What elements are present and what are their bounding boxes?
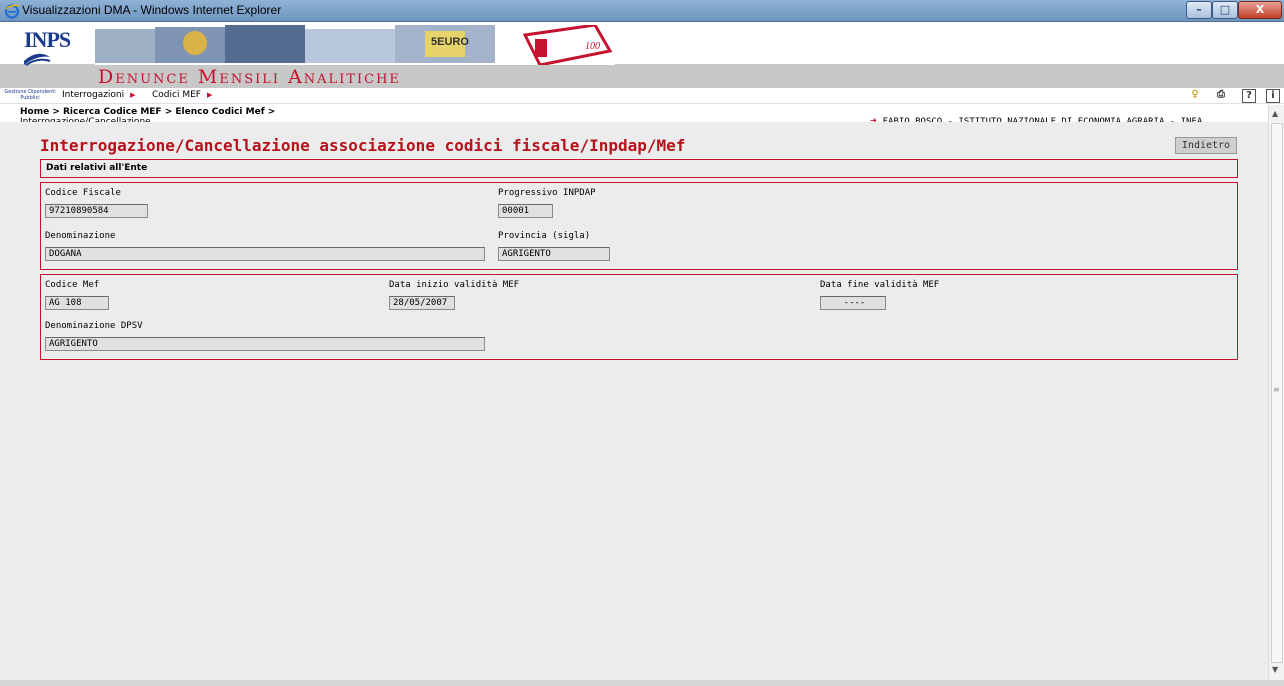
- progressivo-field[interactable]: 00001: [498, 204, 553, 218]
- collage-note-value: 100: [585, 41, 600, 52]
- banner-collage-image: [95, 25, 615, 65]
- main-content: Interrogazione/Cancellazione associazion…: [0, 122, 1268, 680]
- key-icon[interactable]: ♀: [1188, 89, 1202, 103]
- ente-panel: Codice Fiscale 97210890584 Progressivo I…: [40, 182, 1238, 270]
- data-inizio-field[interactable]: 28/05/2007: [389, 296, 455, 310]
- menu-bar: Gestione Dipendenti Pubblici Interrogazi…: [0, 88, 1284, 104]
- window-titlebar: Visualizzazioni DMA - Windows Internet E…: [0, 0, 1284, 22]
- provincia-field[interactable]: AGRIGENTO: [498, 247, 610, 261]
- minimize-button[interactable]: –: [1186, 1, 1212, 19]
- data-fine-label: Data fine validità MEF: [820, 280, 940, 290]
- triangle-right-icon: ▶: [130, 91, 136, 99]
- close-button[interactable]: X: [1238, 1, 1282, 19]
- page-title: Interrogazione/Cancellazione associazion…: [40, 136, 686, 155]
- section-title: Dati relativi all'Ente: [40, 159, 1238, 178]
- collage-euro-label: 5EURO: [431, 36, 469, 48]
- logo-swoosh-icon: [24, 53, 51, 66]
- help-icon[interactable]: ?: [1242, 89, 1256, 103]
- maximize-button[interactable]: □: [1212, 1, 1238, 19]
- denominazione-label: Denominazione: [45, 231, 116, 241]
- vertical-scrollbar[interactable]: ▲ ≡ ▼: [1268, 105, 1284, 680]
- provincia-label: Provincia (sigla): [498, 231, 591, 241]
- data-fine-field[interactable]: ----: [820, 296, 886, 310]
- progressivo-label: Progressivo INPDAP: [498, 188, 596, 198]
- app-title: Denunce Mensili Analitiche: [98, 66, 401, 88]
- scroll-down-icon[interactable]: ▼: [1272, 665, 1278, 674]
- codice-fiscale-field[interactable]: 97210890584: [45, 204, 148, 218]
- app-header: INPS 5EURO 100 Denunce Mensili Analitich…: [0, 23, 1284, 90]
- info-icon[interactable]: i: [1266, 89, 1280, 103]
- inps-logo: INPS: [14, 25, 72, 83]
- dpsv-field[interactable]: AGRIGENTO: [45, 337, 485, 351]
- denominazione-field[interactable]: DOGANA: [45, 247, 485, 261]
- breadcrumb-path[interactable]: Home > Ricerca Codice MEF > Elenco Codic…: [20, 107, 275, 117]
- codice-mef-field[interactable]: AG 108: [45, 296, 109, 310]
- menu-item-interrogazioni[interactable]: Interrogazioni ▶: [62, 90, 136, 100]
- menu-item-codici-mef[interactable]: Codici MEF ▶: [152, 90, 212, 100]
- codice-fiscale-label: Codice Fiscale: [45, 188, 121, 198]
- dpsv-label: Denominazione DPSV: [45, 321, 143, 331]
- back-button[interactable]: Indietro: [1175, 137, 1237, 154]
- logo-caption: Gestione Dipendenti Pubblici: [4, 89, 56, 101]
- logo-text: INPS: [24, 27, 71, 52]
- internet-explorer-icon: [4, 4, 20, 19]
- print-icon[interactable]: ⎙: [1214, 89, 1228, 103]
- scroll-grip-icon: ≡: [1273, 385, 1280, 394]
- triangle-right-icon: ▶: [206, 91, 213, 99]
- mef-panel: Codice Mef AG 108 Data inizio validità M…: [40, 274, 1238, 360]
- window-title: Visualizzazioni DMA - Windows Internet E…: [22, 3, 282, 17]
- status-bar: [0, 680, 1284, 686]
- codice-mef-label: Codice Mef: [45, 280, 100, 290]
- data-inizio-label: Data inizio validità MEF: [389, 280, 520, 290]
- scroll-up-icon[interactable]: ▲: [1272, 109, 1278, 118]
